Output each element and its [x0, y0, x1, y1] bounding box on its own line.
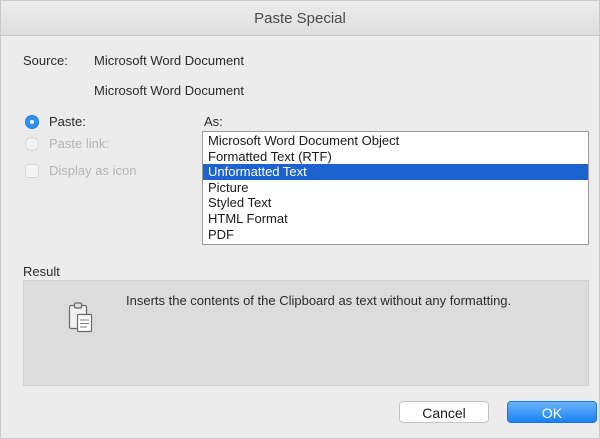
- result-panel: Inserts the contents of the Clipboard as…: [23, 280, 589, 386]
- ok-button[interactable]: OK: [507, 401, 597, 423]
- paste-radio-label[interactable]: Paste:: [49, 114, 86, 129]
- result-description: Inserts the contents of the Clipboard as…: [126, 293, 512, 308]
- paste-link-radio-label[interactable]: Paste link:: [49, 136, 109, 151]
- display-as-icon-label[interactable]: Display as icon: [49, 163, 136, 178]
- list-item[interactable]: Formatted Text (RTF): [203, 149, 588, 165]
- source-value-secondary: Microsoft Word Document: [94, 83, 245, 98]
- as-label: As:: [204, 114, 223, 129]
- list-item[interactable]: Styled Text: [203, 195, 588, 211]
- paste-link-radio[interactable]: [25, 137, 39, 151]
- title-bar: Paste Special: [1, 1, 599, 36]
- list-item[interactable]: Microsoft Word Document Object: [203, 133, 588, 149]
- dialog-title: Paste Special: [254, 10, 346, 27]
- list-item[interactable]: PDF: [203, 227, 588, 243]
- result-label: Result: [23, 264, 60, 279]
- list-item[interactable]: Unformatted Text: [203, 164, 588, 180]
- list-item[interactable]: Picture: [203, 180, 588, 196]
- list-item[interactable]: HTML Format: [203, 211, 588, 227]
- source-label: Source:: [23, 53, 68, 68]
- paste-radio[interactable]: [25, 115, 39, 129]
- paste-special-dialog: Paste Special Source: Microsoft Word Doc…: [0, 0, 600, 439]
- clipboard-icon: [68, 302, 93, 333]
- cancel-button[interactable]: Cancel: [399, 401, 489, 423]
- source-value: Microsoft Word Document: [94, 53, 245, 68]
- paste-as-listbox[interactable]: Microsoft Word Document Object Formatted …: [202, 131, 589, 245]
- display-as-icon-checkbox[interactable]: [25, 164, 39, 178]
